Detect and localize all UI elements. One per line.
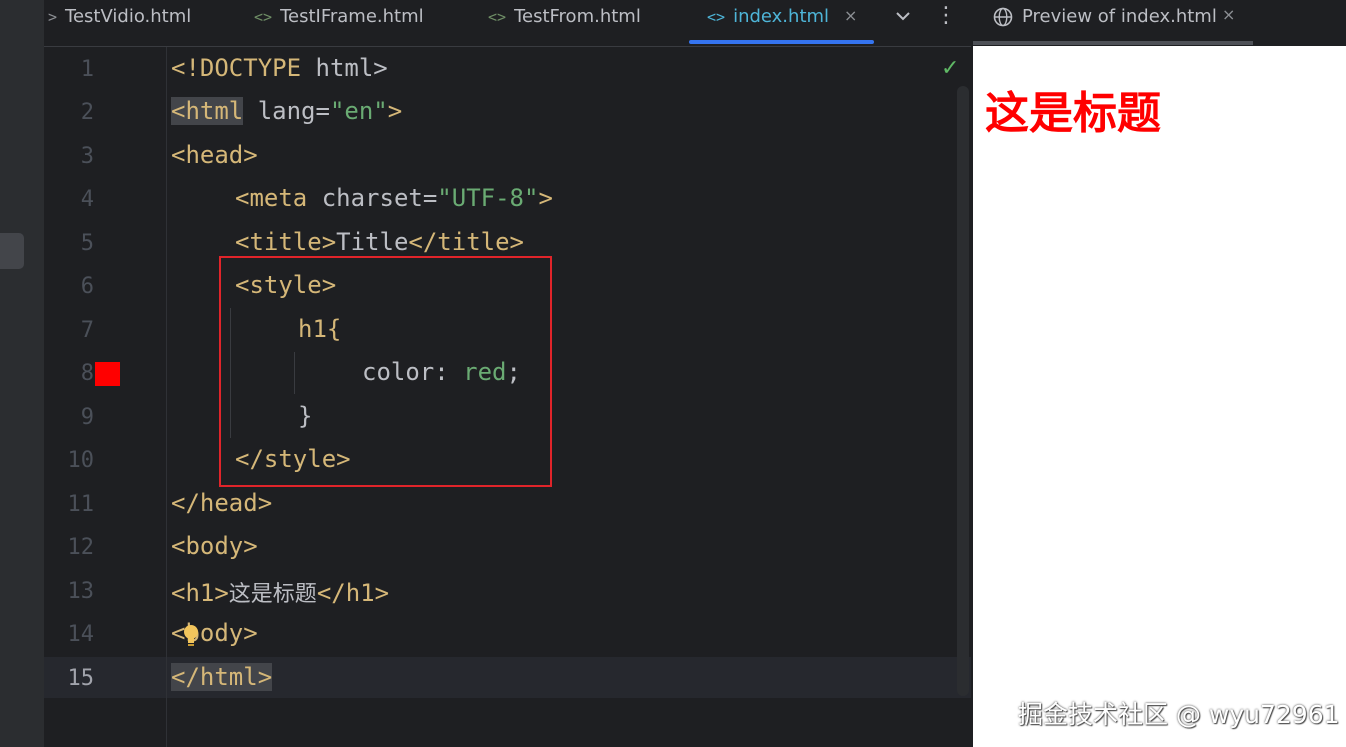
line-number: 8 [80, 361, 94, 386]
tab-label: index.html [733, 6, 830, 27]
tab-label: TestIFrame.html [280, 6, 424, 27]
code-line-1: <!DOCTYPE html> [171, 54, 388, 82]
tab-label: TestFrom.html [514, 6, 641, 27]
tab-index[interactable]: <> index.html [707, 0, 829, 36]
color-swatch-icon[interactable] [95, 362, 120, 386]
line-number: 13 [67, 579, 95, 604]
line-number: 6 [80, 274, 94, 299]
lightbulb-icon[interactable] [182, 624, 200, 648]
line-number: 4 [80, 187, 94, 212]
kebab-icon[interactable]: ⋮ [935, 5, 957, 30]
line-number: 2 [80, 100, 94, 125]
code-line-3: <head> [171, 141, 258, 169]
watermark: 掘金技术社区 @ wyu72961 [1018, 700, 1340, 729]
check-icon: ✓ [941, 56, 960, 81]
code-line-5: <title>Title</title> [235, 228, 524, 256]
html-file-icon: <> [254, 8, 273, 26]
preview-tab-indicator [973, 41, 1253, 45]
close-icon[interactable]: × [844, 6, 857, 25]
line-number-current: 15 [67, 666, 95, 691]
line-number: 11 [67, 492, 95, 517]
code-line-15: </html> [171, 663, 273, 691]
tab-testiframe[interactable]: <> TestIFrame.html [254, 0, 424, 36]
code-line-11: </head> [171, 489, 273, 517]
html-file-icon: <> [488, 8, 507, 26]
vertical-scrollbar[interactable] [957, 86, 969, 696]
html-preview-pane[interactable] [973, 46, 1346, 747]
tab-preview-index[interactable]: Preview of index.html [1022, 2, 1217, 34]
globe-icon [993, 7, 1013, 27]
code-line-2: <html lang="en"> [171, 97, 403, 125]
line-number: 5 [80, 231, 94, 256]
preview-heading: 这是标题 [985, 88, 1161, 139]
gutter-separator [166, 47, 167, 747]
html-file-icon: <> [707, 8, 726, 26]
line-number: 1 [80, 57, 94, 82]
code-line-4: <meta charset="UTF-8"> [235, 184, 553, 212]
chevron-down-icon[interactable] [893, 6, 913, 26]
line-number: 3 [80, 144, 94, 169]
code-line-12: <body> [171, 532, 258, 560]
left-tool-strip [0, 0, 44, 747]
line-number: 14 [67, 622, 95, 647]
line-number: 9 [80, 405, 94, 430]
annotation-highlight-box [219, 256, 552, 487]
close-icon[interactable]: × [1222, 5, 1235, 24]
tab-testvidio[interactable]: > TestVidio.html [48, 0, 191, 36]
tab-testfrom[interactable]: <> TestFrom.html [488, 0, 641, 36]
line-number: 7 [80, 318, 94, 343]
line-number: 12 [67, 535, 95, 560]
line-number: 10 [67, 448, 95, 473]
tab-label: TestVidio.html [65, 6, 192, 27]
html-file-icon: > [48, 8, 58, 26]
tool-window-handle[interactable] [0, 233, 24, 269]
active-tab-indicator [689, 40, 874, 44]
code-line-13: <h1>这是标题</h1> [171, 579, 390, 607]
